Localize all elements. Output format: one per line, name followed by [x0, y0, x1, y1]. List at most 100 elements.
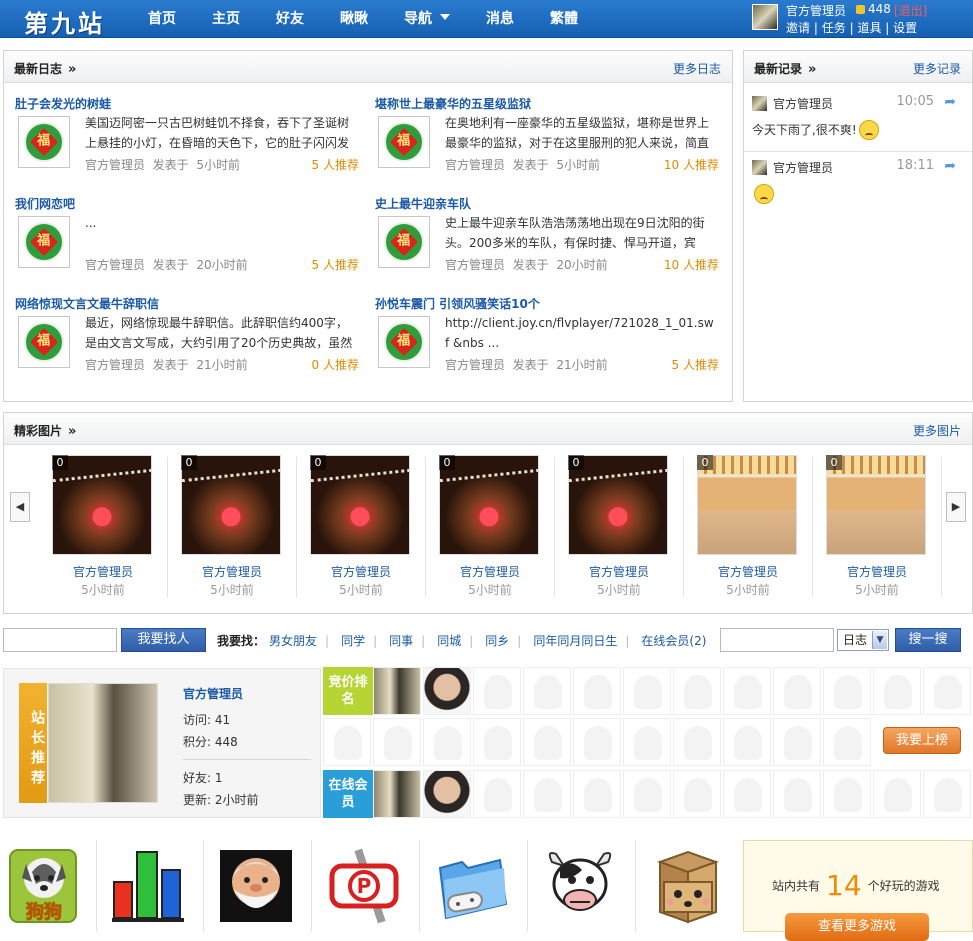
- member-avatar[interactable]: [773, 770, 821, 818]
- chevron-down-icon[interactable]: ▼: [872, 631, 887, 649]
- nav-friends[interactable]: 好友: [258, 0, 322, 38]
- member-avatar[interactable]: [723, 718, 771, 766]
- blog-thumbnail[interactable]: 福: [378, 216, 430, 268]
- photo-author[interactable]: 官方管理员: [555, 563, 683, 580]
- member-avatar[interactable]: [623, 667, 671, 715]
- site-logo[interactable]: 第九站: [24, 4, 105, 39]
- blog-title[interactable]: 我们网恋吧: [15, 195, 75, 212]
- blog-thumbnail[interactable]: 福: [378, 316, 430, 368]
- blog-author[interactable]: 官方管理员: [85, 358, 145, 372]
- join-ranking-button[interactable]: 我要上榜: [883, 727, 961, 754]
- logout-link[interactable]: [退出]: [894, 2, 927, 19]
- blog-thumbnail[interactable]: 福: [18, 116, 70, 168]
- nav-homepage[interactable]: 主页: [194, 0, 258, 38]
- user-name[interactable]: 官方管理员: [786, 2, 846, 19]
- photo-author[interactable]: 官方管理员: [684, 563, 812, 580]
- blog-title[interactable]: 肚子会发光的树蛙: [15, 95, 111, 112]
- member-avatar[interactable]: [323, 718, 371, 766]
- member-avatar[interactable]: [573, 667, 621, 715]
- blog-thumbnail[interactable]: 福: [18, 316, 70, 368]
- search-type-select[interactable]: 日志 ▼: [837, 629, 889, 651]
- member-avatar[interactable]: [573, 718, 621, 766]
- invite-link[interactable]: 邀请: [786, 21, 810, 35]
- member-avatar[interactable]: [473, 770, 521, 818]
- blog-author[interactable]: 官方管理员: [445, 158, 505, 172]
- quick-link-classmate[interactable]: 同学: [341, 634, 365, 648]
- quick-link-partner[interactable]: 男女朋友: [269, 634, 317, 648]
- member-avatar[interactable]: [423, 667, 471, 715]
- blog-thumbnail[interactable]: 福: [378, 116, 430, 168]
- scroll-left-button[interactable]: ◀: [10, 492, 30, 522]
- photo-thumbnail[interactable]: [568, 455, 668, 555]
- quick-link-colleague[interactable]: 同事: [389, 634, 413, 648]
- member-avatar[interactable]: [373, 667, 421, 715]
- photo-thumbnail[interactable]: [697, 455, 797, 555]
- blog-title[interactable]: 史上最牛迎亲车队: [375, 195, 471, 212]
- blog-author[interactable]: 官方管理员: [445, 358, 505, 372]
- nav-guide[interactable]: 导航: [386, 0, 468, 38]
- reply-arrow-icon[interactable]: ➦: [944, 158, 956, 174]
- featured-photo[interactable]: [48, 683, 158, 803]
- photo-thumbnail[interactable]: [52, 455, 152, 555]
- member-avatar[interactable]: [423, 770, 471, 818]
- blog-thumbnail[interactable]: 福: [18, 216, 70, 268]
- find-people-input[interactable]: [3, 628, 117, 652]
- scroll-right-button[interactable]: ▶: [946, 492, 966, 522]
- user-avatar[interactable]: [752, 96, 767, 111]
- cow-icon[interactable]: [542, 848, 618, 924]
- parking-sign-icon[interactable]: P: [326, 848, 402, 924]
- nav-messages[interactable]: 消息: [468, 0, 532, 38]
- more-blogs-link[interactable]: 更多日志: [673, 60, 721, 77]
- bar-chart-icon[interactable]: [110, 848, 186, 924]
- member-avatar[interactable]: [673, 667, 721, 715]
- member-avatar[interactable]: [823, 770, 871, 818]
- member-avatar[interactable]: [873, 667, 921, 715]
- more-photos-link[interactable]: 更多图片: [913, 422, 961, 439]
- member-avatar[interactable]: [373, 770, 421, 818]
- more-records-link[interactable]: 更多记录: [913, 60, 961, 77]
- member-avatar[interactable]: [873, 770, 921, 818]
- nav-browse[interactable]: 瞅瞅: [322, 0, 386, 38]
- old-man-icon[interactable]: [218, 848, 294, 924]
- member-avatar[interactable]: [423, 718, 471, 766]
- member-avatar[interactable]: [473, 667, 521, 715]
- record-author[interactable]: 官方管理员: [773, 95, 833, 112]
- member-avatar[interactable]: [723, 667, 771, 715]
- blog-author[interactable]: 官方管理员: [85, 258, 145, 272]
- photo-author[interactable]: 官方管理员: [426, 563, 554, 580]
- member-avatar[interactable]: [673, 718, 721, 766]
- quick-link-online-members[interactable]: 在线会员(2): [641, 634, 706, 648]
- member-avatar[interactable]: [373, 718, 421, 766]
- chevron-down-icon[interactable]: [440, 14, 450, 20]
- member-avatar[interactable]: [823, 718, 871, 766]
- member-avatar[interactable]: [473, 718, 521, 766]
- nav-home[interactable]: 首页: [130, 0, 194, 38]
- record-author[interactable]: 官方管理员: [773, 159, 833, 176]
- photo-author[interactable]: 官方管理员: [168, 563, 296, 580]
- member-avatar[interactable]: [623, 770, 671, 818]
- user-avatar[interactable]: [752, 160, 767, 175]
- settings-link[interactable]: 设置: [893, 21, 917, 35]
- photo-thumbnail[interactable]: [826, 455, 926, 555]
- member-avatar[interactable]: [623, 718, 671, 766]
- blog-title[interactable]: 孙悦车震门 引领风骚笑话10个: [375, 295, 540, 312]
- quick-link-hometown[interactable]: 同乡: [485, 634, 509, 648]
- find-people-button[interactable]: 我要找人: [121, 628, 206, 652]
- more-games-button[interactable]: 查看更多游戏: [785, 913, 929, 941]
- member-avatar[interactable]: [723, 770, 771, 818]
- blog-title[interactable]: 网络惊现文言文最牛辞职信: [15, 295, 159, 312]
- member-avatar[interactable]: [673, 770, 721, 818]
- game-folder-icon[interactable]: [434, 848, 510, 924]
- photo-author[interactable]: 官方管理员: [813, 563, 941, 580]
- member-avatar[interactable]: [523, 770, 571, 818]
- blog-title[interactable]: 堪称世上最豪华的五星级监狱: [375, 95, 531, 112]
- site-search-input[interactable]: [720, 628, 834, 652]
- photo-thumbnail[interactable]: [439, 455, 539, 555]
- quick-link-same-birthday[interactable]: 同年同月同日生: [533, 634, 617, 648]
- photo-author[interactable]: 官方管理员: [39, 563, 167, 580]
- quick-link-same-city[interactable]: 同城: [437, 634, 461, 648]
- search-button[interactable]: 搜一搜: [895, 628, 961, 652]
- member-avatar[interactable]: [573, 770, 621, 818]
- user-avatar[interactable]: [752, 4, 778, 30]
- member-avatar[interactable]: [923, 770, 971, 818]
